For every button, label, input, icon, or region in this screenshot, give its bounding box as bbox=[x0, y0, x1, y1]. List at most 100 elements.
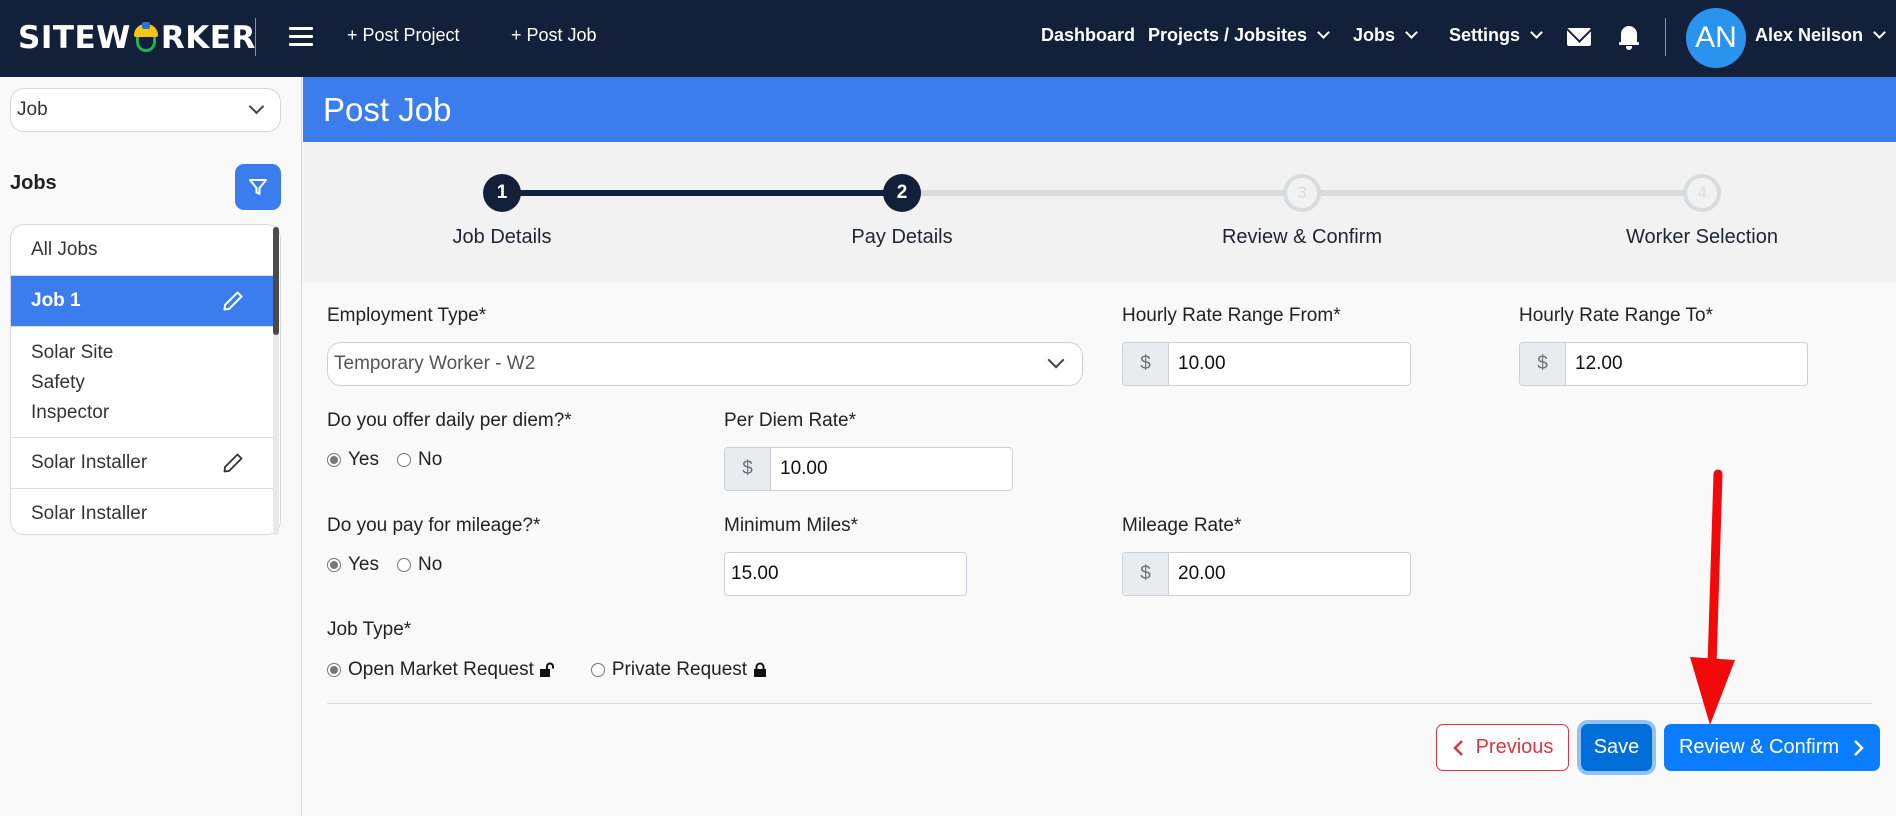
per-diem-no-radio[interactable]: No bbox=[397, 449, 442, 471]
hourly-to-input[interactable]: $ 12.00 bbox=[1519, 342, 1808, 386]
nav-settings-label: Settings bbox=[1449, 25, 1521, 45]
step-2-circle: 2 bbox=[883, 174, 921, 212]
chevron-down-icon bbox=[1530, 26, 1543, 39]
radio-label: Open Market Request bbox=[348, 659, 534, 680]
hourly-to-label: Hourly Rate Range To* bbox=[1519, 305, 1713, 326]
radio-selected-icon bbox=[327, 663, 341, 677]
private-request-radio[interactable]: Private Request bbox=[590, 659, 768, 681]
step-2-label: Pay Details bbox=[851, 226, 953, 248]
employment-type-value: Temporary Worker - W2 bbox=[334, 353, 536, 374]
post-job-link[interactable]: + Post Job bbox=[511, 25, 597, 46]
job-item-label-line: Inspector bbox=[31, 402, 110, 423]
sidebar: Job Jobs All Jobs Job 1 Solar Site Safet… bbox=[0, 77, 302, 816]
job-list-item-solar-installer-2[interactable]: Solar Installer bbox=[11, 489, 274, 534]
chevron-left-icon bbox=[1452, 739, 1463, 756]
jobs-heading: Jobs bbox=[10, 172, 57, 194]
job-type-radio-group: Open Market Request Private Request bbox=[327, 659, 786, 681]
per-diem-rate-value: 10.00 bbox=[780, 458, 828, 479]
previous-button[interactable]: Previous bbox=[1436, 724, 1569, 771]
scrollbar-thumb[interactable] bbox=[273, 227, 279, 335]
chevron-down-icon bbox=[1873, 26, 1886, 39]
nav-jobs[interactable]: Jobs bbox=[1353, 25, 1418, 46]
helmet-logo-icon bbox=[132, 22, 160, 54]
hourly-from-input[interactable]: $ 10.00 bbox=[1122, 342, 1411, 386]
review-confirm-button[interactable]: Review & Confirm bbox=[1664, 724, 1880, 771]
minimum-miles-input[interactable]: 15.00 bbox=[724, 552, 967, 596]
chevron-down-icon bbox=[1047, 351, 1065, 369]
previous-button-label: Previous bbox=[1475, 736, 1554, 758]
radio-label: Yes bbox=[348, 449, 379, 470]
minimum-miles-value: 15.00 bbox=[731, 563, 779, 584]
top-navbar: SITEW RKER + Post Project + Post Job Das… bbox=[0, 0, 1896, 77]
job-list-item-job-1[interactable]: Job 1 bbox=[11, 276, 274, 327]
avatar[interactable]: AN bbox=[1686, 8, 1746, 68]
job-item-label: Job 1 bbox=[31, 290, 81, 311]
step-1-label: Job Details bbox=[452, 226, 552, 248]
chevron-right-icon bbox=[1854, 739, 1864, 756]
mileage-question-label: Do you pay for mileage?* bbox=[327, 515, 541, 536]
save-button[interactable]: Save bbox=[1581, 724, 1652, 771]
employment-type-select[interactable]: Temporary Worker - W2 bbox=[327, 342, 1083, 386]
job-item-label: Solar Installer bbox=[31, 503, 148, 524]
job-item-label-line: Solar Site bbox=[31, 342, 114, 363]
header-divider bbox=[1665, 18, 1666, 56]
nav-projects-label: Projects / Jobsites bbox=[1148, 25, 1308, 45]
chevron-down-icon bbox=[1317, 26, 1330, 39]
employment-type-label: Employment Type* bbox=[327, 305, 487, 326]
stepper: 1 2 3 4 Job Details Pay Details Review &… bbox=[303, 142, 1896, 283]
chevron-down-icon bbox=[248, 98, 265, 115]
edit-pencil-icon[interactable] bbox=[222, 290, 244, 312]
post-project-link[interactable]: + Post Project bbox=[347, 25, 460, 46]
filter-button[interactable] bbox=[235, 164, 281, 210]
job-list-item-all-jobs[interactable]: All Jobs bbox=[11, 225, 274, 276]
mileage-rate-input[interactable]: $ 20.00 bbox=[1122, 552, 1411, 596]
job-item-label: All Jobs bbox=[31, 239, 98, 260]
job-list-item-solar-installer[interactable]: Solar Installer bbox=[11, 438, 274, 489]
job-list-scrollbar[interactable] bbox=[273, 225, 279, 535]
minimum-miles-label: Minimum Miles* bbox=[724, 515, 859, 536]
step-1-circle: 1 bbox=[483, 174, 521, 212]
mail-icon[interactable] bbox=[1567, 28, 1591, 46]
edit-pencil-icon[interactable] bbox=[222, 452, 244, 474]
radio-unselected-icon bbox=[590, 663, 605, 677]
hamburger-menu-icon[interactable] bbox=[289, 27, 313, 47]
user-menu[interactable]: Alex Neilson bbox=[1755, 25, 1886, 46]
dollar-addon: $ bbox=[1123, 343, 1169, 385]
open-market-request-radio[interactable]: Open Market Request bbox=[327, 659, 555, 681]
entity-type-select[interactable]: Job bbox=[10, 88, 281, 132]
logo-text-left: SITEW bbox=[18, 20, 131, 56]
radio-label: No bbox=[418, 449, 443, 470]
nav-projects-jobsites[interactable]: Projects / Jobsites bbox=[1148, 25, 1330, 46]
radio-selected-icon bbox=[327, 558, 341, 572]
unlock-icon bbox=[539, 662, 554, 677]
hourly-from-value: 10.00 bbox=[1178, 353, 1226, 374]
bell-icon[interactable] bbox=[1619, 24, 1639, 50]
page-title: Post Job bbox=[323, 91, 452, 128]
chevron-down-icon bbox=[1405, 26, 1418, 39]
per-diem-rate-input[interactable]: $ 10.00 bbox=[724, 447, 1013, 491]
mileage-no-radio[interactable]: No bbox=[397, 554, 442, 576]
step-connector-complete bbox=[502, 190, 902, 196]
nav-jobs-label: Jobs bbox=[1353, 25, 1396, 45]
job-list-item-solar-site-safety-inspector[interactable]: Solar Site Safety Inspector bbox=[11, 327, 274, 438]
logo-text-right: RKER bbox=[160, 20, 256, 56]
nav-settings[interactable]: Settings bbox=[1449, 25, 1543, 46]
dollar-addon: $ bbox=[1520, 343, 1566, 385]
radio-selected-icon bbox=[327, 453, 341, 467]
per-diem-rate-label: Per Diem Rate* bbox=[724, 410, 856, 431]
radio-label: No bbox=[418, 554, 443, 575]
page-title-bar: Post Job bbox=[303, 77, 1896, 142]
dollar-addon: $ bbox=[1123, 553, 1169, 595]
job-item-label: Solar Installer bbox=[31, 452, 148, 473]
mileage-yes-radio[interactable]: Yes bbox=[327, 554, 379, 576]
step-3-label: Review & Confirm bbox=[1221, 226, 1383, 248]
pay-details-form: Employment Type* Temporary Worker - W2 H… bbox=[303, 283, 1896, 816]
user-name: Alex Neilson bbox=[1755, 25, 1864, 45]
job-list: All Jobs Job 1 Solar Site Safety Inspect… bbox=[10, 224, 281, 535]
nav-dashboard[interactable]: Dashboard bbox=[1041, 25, 1135, 46]
sitewroker-logo[interactable]: SITEW RKER bbox=[18, 20, 256, 56]
per-diem-yes-radio[interactable]: Yes bbox=[327, 449, 379, 471]
radio-label: Yes bbox=[348, 554, 379, 575]
dollar-addon: $ bbox=[725, 448, 771, 490]
radio-unselected-icon bbox=[397, 558, 411, 572]
